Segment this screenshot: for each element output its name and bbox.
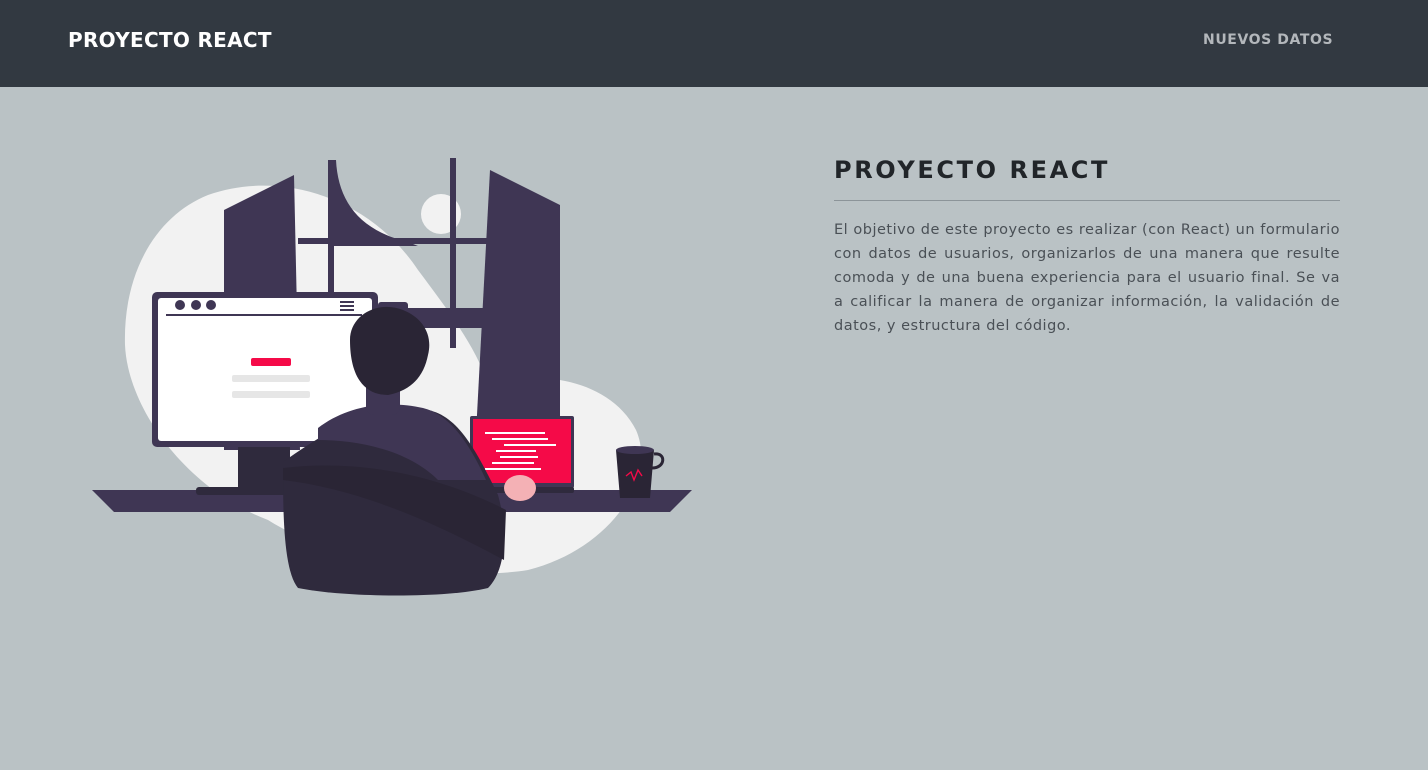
- code-line-1: [485, 432, 545, 434]
- window-dot-1: [175, 300, 185, 310]
- code-line-3: [504, 444, 556, 446]
- window-dot-2: [191, 300, 201, 310]
- coffee-mug-rim: [616, 446, 654, 454]
- code-line-7: [485, 468, 541, 470]
- project-description: El objetivo de este proyecto es realizar…: [834, 222, 1340, 334]
- menu-line-2: [340, 305, 354, 307]
- coffee-mug-handle: [651, 452, 665, 470]
- developer-at-desk-illustration-icon: [92, 158, 692, 596]
- navbar: PROYECTO REACT NUEVOS DATOS: [0, 0, 1428, 87]
- coffee-mug: [616, 450, 654, 498]
- person-hand: [504, 475, 536, 501]
- menu-line-3: [340, 309, 354, 311]
- code-line-4: [496, 450, 536, 452]
- window-dot-3: [206, 300, 216, 310]
- screen-line-2: [232, 391, 310, 398]
- main-content: PROYECTO REACT El objetivo de este proye…: [834, 156, 1340, 338]
- monitor-stand: [238, 442, 290, 492]
- window-frame-left: [328, 160, 334, 310]
- code-line-6: [492, 462, 534, 464]
- developer-illustration: [88, 150, 698, 600]
- title-divider: [834, 200, 1340, 201]
- menu-line-1: [340, 301, 354, 303]
- nav-link-nuevos-datos[interactable]: NUEVOS DATOS: [1203, 32, 1333, 48]
- code-line-2: [492, 438, 548, 440]
- curved-spire: [328, 160, 418, 246]
- screen-red-button: [251, 358, 291, 366]
- navbar-brand[interactable]: PROYECTO REACT: [68, 28, 272, 52]
- screen-header-line: [166, 314, 362, 316]
- screen-line-1: [232, 375, 310, 382]
- code-line-5: [500, 456, 538, 458]
- page-title: PROYECTO REACT: [834, 156, 1110, 184]
